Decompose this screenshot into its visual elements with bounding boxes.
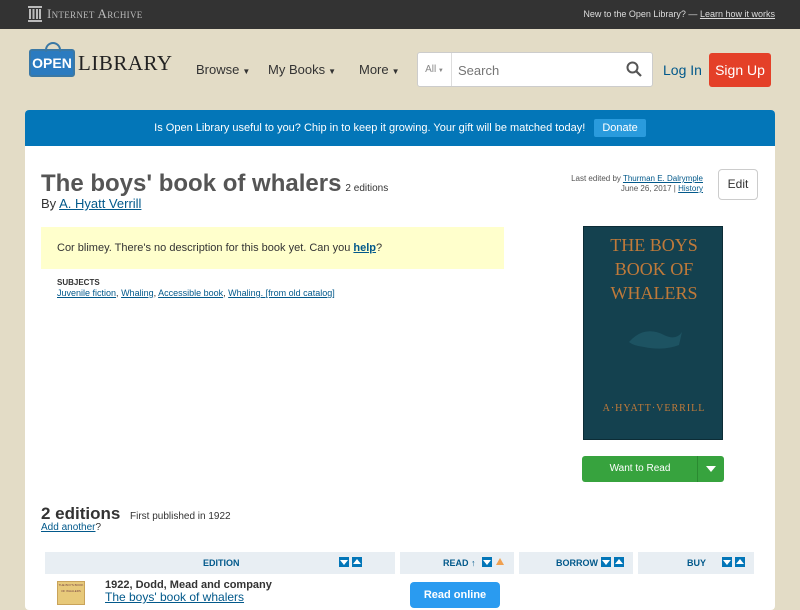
nav-browse-label: Browse — [196, 62, 240, 77]
search-button[interactable] — [626, 61, 642, 82]
edit-button[interactable]: Edit — [718, 169, 758, 200]
book-page-card: Is Open Library useful to you? Chip in t… — [25, 110, 775, 610]
internet-archive-wordmark: Internet Archive — [47, 6, 143, 21]
signup-button[interactable]: Sign Up — [709, 53, 771, 87]
new-user-text: New to the Open Library? — — [583, 9, 698, 19]
no-description-end: ? — [376, 242, 383, 254]
want-to-read-control: Want to Read — [582, 456, 724, 482]
nav-more[interactable]: More ▼ — [359, 62, 400, 77]
chevron-down-icon: ▼ — [391, 67, 400, 76]
edition-title-link[interactable]: The boys' book of whalers — [105, 590, 244, 604]
history-link[interactable]: History — [678, 184, 703, 193]
editions-count: 2 editions — [345, 183, 389, 194]
last-edited-info: Last edited by Thurman E. Dalrymple June… — [571, 174, 703, 193]
sort-down-icon[interactable] — [722, 557, 732, 567]
editions-heading: 2 editions — [41, 504, 121, 523]
sort-up-icon[interactable] — [614, 557, 624, 567]
subject-link[interactable]: Whaling. [from old catalog] — [228, 288, 335, 298]
subjects-list: Juvenile fiction, Whaling, Accessible bo… — [57, 288, 335, 298]
search-input[interactable] — [456, 59, 610, 81]
site-header: OPEN LIBRARY Browse ▼ My Books ▼ More ▼ All… — [0, 29, 800, 109]
new-user-prompt: New to the Open Library? — Learn how it … — [583, 9, 775, 19]
archive-building-icon — [28, 6, 42, 22]
no-description-text: Cor blimey. There's no description for t… — [57, 242, 351, 254]
open-sign-icon: OPEN — [29, 42, 75, 77]
subjects-label: SUBJECTS — [57, 278, 100, 287]
sort-up-icon[interactable] — [352, 557, 362, 567]
column-header-buy: BUY — [638, 552, 754, 574]
chevron-down-icon: ▼ — [436, 68, 444, 74]
subject-link[interactable]: Juvenile fiction — [57, 288, 116, 298]
whale-icon — [629, 331, 682, 349]
search-bar: All ▼ — [417, 52, 653, 87]
sort-down-icon[interactable] — [482, 557, 492, 567]
first-published: First published in 1922 — [130, 511, 231, 522]
login-link[interactable]: Log In — [663, 62, 702, 78]
add-another-line: Add another? — [41, 522, 101, 533]
column-header-edition: EDITION — [45, 552, 395, 574]
last-edited-label: Last edited by — [571, 174, 621, 183]
search-scope-select[interactable]: All ▼ — [418, 53, 452, 86]
last-edited-date: June 26, 2017 — [620, 184, 672, 193]
column-label-borrow[interactable]: BORROW — [556, 558, 598, 568]
author-link[interactable]: A. Hyatt Verrill — [59, 196, 141, 211]
book-byline: By A. Hyatt Verrill — [41, 196, 141, 211]
sort-down-icon[interactable] — [601, 557, 611, 567]
open-library-logo[interactable]: OPEN LIBRARY — [29, 42, 173, 77]
book-title-line: The boys' book of whalers 2 editions — [41, 170, 388, 198]
column-label-read[interactable]: READ ↑ — [443, 558, 476, 568]
by-label: By — [41, 196, 57, 211]
internet-archive-logo[interactable]: Internet Archive — [28, 6, 143, 22]
nav-browse[interactable]: Browse ▼ — [196, 62, 250, 77]
column-header-read: READ ↑ — [400, 552, 514, 574]
no-description-notice: Cor blimey. There's no description for t… — [41, 227, 504, 269]
add-another-link[interactable]: Add another — [41, 522, 96, 533]
want-to-read-button[interactable]: Want to Read — [582, 456, 698, 482]
learn-how-it-works-link[interactable]: Learn how it works — [700, 9, 775, 19]
column-label-edition[interactable]: EDITION — [203, 558, 240, 568]
donation-text: Is Open Library useful to you? Chip in t… — [154, 122, 586, 134]
sort-up-icon[interactable] — [735, 557, 745, 567]
help-link[interactable]: help — [353, 242, 376, 254]
subject-link[interactable]: Accessible book — [158, 288, 223, 298]
edition-cover-thumbnail[interactable]: THE BOYS BOOK OF WHALERS — [57, 581, 85, 605]
nav-more-label: More — [359, 62, 389, 77]
chevron-down-icon: ▼ — [328, 67, 336, 76]
chevron-down-icon: ▼ — [242, 67, 251, 76]
last-edited-user-link[interactable]: Thurman E. Dalrymple — [623, 174, 703, 183]
cover-author-text: A·HYATT·VERRILL — [602, 403, 706, 414]
nav-my-books[interactable]: My Books ▼ — [268, 62, 336, 77]
nav-my-books-label: My Books — [268, 62, 326, 77]
read-online-button[interactable]: Read online — [410, 582, 500, 608]
search-icon — [626, 61, 642, 77]
book-title: The boys' book of whalers — [41, 170, 342, 197]
column-label-buy[interactable]: BUY — [687, 558, 706, 568]
book-cover[interactable]: THE BOYS BOOK OF WHALERS A·HYATT·VERRILL — [583, 226, 723, 440]
cover-title-text: THE BOYS BOOK OF WHALERS — [610, 235, 698, 303]
sort-down-icon[interactable] — [339, 557, 349, 567]
donate-button[interactable]: Donate — [594, 119, 646, 137]
library-wordmark: LIBRARY — [78, 50, 173, 75]
add-another-suffix: ? — [95, 522, 102, 533]
search-scope-label: All — [425, 64, 437, 75]
donation-banner: Is Open Library useful to you? Chip in t… — [25, 110, 775, 146]
reading-list-dropdown-button[interactable] — [697, 456, 724, 482]
subject-link[interactable]: Whaling — [121, 288, 154, 298]
sort-up-active-icon[interactable] — [496, 558, 504, 565]
column-header-borrow: BORROW — [519, 552, 633, 574]
internet-archive-topbar: Internet Archive New to the Open Library… — [0, 0, 800, 29]
